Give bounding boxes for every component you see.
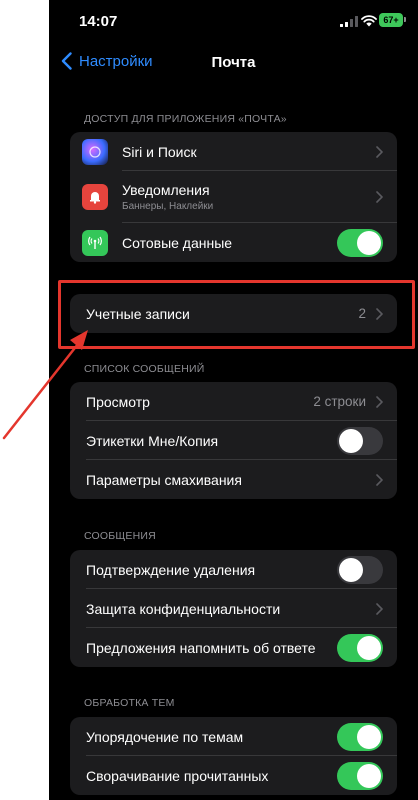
battery-icon: 67+ bbox=[379, 13, 403, 27]
chevron-right-icon bbox=[376, 473, 383, 486]
section-header-access: ДОСТУП ДЛЯ ПРИЛОЖЕНИЯ «ПОЧТА» bbox=[84, 113, 287, 125]
row-organize-label: Упорядочение по темам bbox=[86, 728, 244, 745]
wifi-icon bbox=[361, 15, 377, 27]
row-privacy-label: Защита конфиденциальности bbox=[86, 600, 281, 617]
group-messages: Подтверждение удаления Защита конфиденци… bbox=[70, 550, 397, 667]
group-access: Siri и Поиск Уведомления Баннеры, Наклей… bbox=[70, 132, 397, 262]
row-siri-search[interactable]: Siri и Поиск bbox=[70, 132, 397, 171]
mail-settings-screen: 14:07 67+ Настройки Почта ДОСТУП ДЛЯ ПРИ… bbox=[49, 0, 418, 800]
battery-tip bbox=[404, 17, 406, 22]
antenna-icon bbox=[82, 229, 108, 256]
row-organize-by-thread[interactable]: Упорядочение по темам bbox=[70, 717, 397, 756]
chevron-right-icon bbox=[376, 395, 383, 408]
section-header-messages: СООБЩЕНИЯ bbox=[84, 530, 156, 542]
siri-icon bbox=[82, 138, 108, 165]
row-to-cc-label: Этикетки Мне/Копия bbox=[86, 432, 219, 449]
section-header-message-list: СПИСОК СООБЩЕНИЙ bbox=[84, 363, 205, 375]
row-followup-label: Предложения напомнить об ответе bbox=[86, 639, 316, 656]
row-notifications[interactable]: Уведомления Баннеры, Наклейки bbox=[70, 171, 397, 223]
section-header-threading: ОБРАБОТКА ТЕМ bbox=[84, 697, 175, 709]
group-threading: Упорядочение по темам Сворачивание прочи… bbox=[70, 717, 397, 795]
chevron-right-icon bbox=[376, 145, 383, 158]
row-swipe-options[interactable]: Параметры смахивания bbox=[70, 460, 397, 499]
followup-toggle[interactable] bbox=[337, 633, 383, 662]
row-preview[interactable]: Просмотр 2 строки bbox=[70, 382, 397, 421]
notifications-icon bbox=[82, 184, 108, 210]
row-collapse-read[interactable]: Сворачивание прочитанных bbox=[70, 756, 397, 795]
row-preview-value: 2 строки bbox=[313, 394, 366, 409]
row-ask-before-deleting[interactable]: Подтверждение удаления bbox=[70, 550, 397, 589]
highlight-box bbox=[58, 280, 415, 349]
page-title: Почта bbox=[211, 54, 256, 71]
row-ask-delete-label: Подтверждение удаления bbox=[86, 561, 256, 578]
row-cellular-data[interactable]: Сотовые данные bbox=[70, 223, 397, 262]
navigation-bar: Настройки Почта bbox=[49, 44, 418, 84]
chevron-right-icon bbox=[376, 602, 383, 615]
status-bar: 14:07 67+ bbox=[49, 0, 418, 40]
cellular-toggle[interactable] bbox=[337, 228, 383, 257]
status-time: 14:07 bbox=[79, 13, 118, 30]
ask-delete-toggle[interactable] bbox=[337, 555, 383, 584]
row-follow-up-suggestions[interactable]: Предложения напомнить об ответе bbox=[70, 628, 397, 667]
row-siri-label: Siri и Поиск bbox=[122, 143, 197, 160]
row-cellular-label: Сотовые данные bbox=[122, 234, 233, 251]
cellular-signal-icon bbox=[340, 16, 358, 27]
row-notifications-label: Уведомления bbox=[122, 182, 210, 198]
row-notifications-subtitle: Баннеры, Наклейки bbox=[122, 201, 214, 212]
to-cc-toggle[interactable] bbox=[337, 426, 383, 455]
row-collapse-label: Сворачивание прочитанных bbox=[86, 767, 269, 784]
row-swipe-label: Параметры смахивания bbox=[86, 471, 242, 488]
row-privacy-protection[interactable]: Защита конфиденциальности bbox=[70, 589, 397, 628]
row-to-cc-labels[interactable]: Этикетки Мне/Копия bbox=[70, 421, 397, 460]
row-preview-label: Просмотр bbox=[86, 393, 150, 410]
chevron-right-icon bbox=[376, 191, 383, 203]
organize-toggle[interactable] bbox=[337, 722, 383, 751]
group-message-list: Просмотр 2 строки Этикетки Мне/Копия Пар… bbox=[70, 382, 397, 499]
collapse-toggle[interactable] bbox=[337, 761, 383, 790]
